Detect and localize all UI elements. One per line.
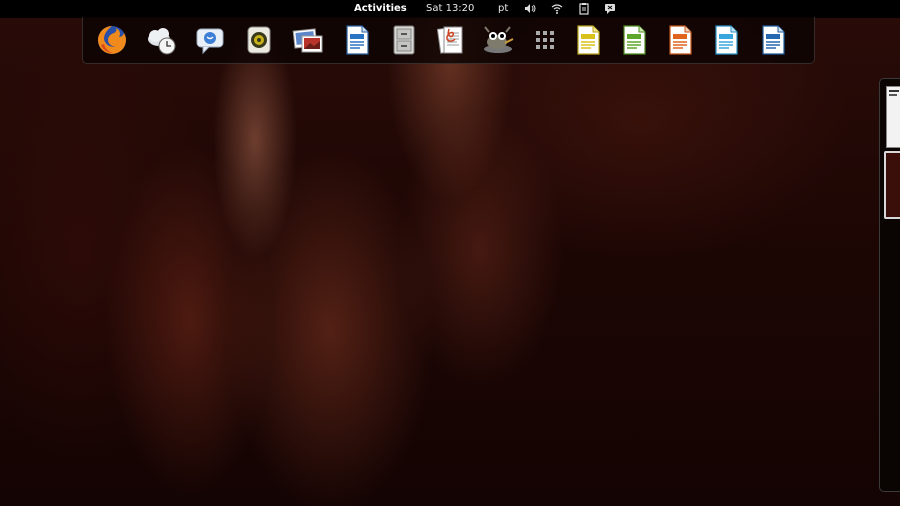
dash [82, 17, 815, 64]
show-applications-icon[interactable] [528, 23, 562, 57]
volume-icon[interactable] [524, 2, 536, 15]
libreoffice-writer-2-icon[interactable] [756, 23, 790, 57]
empathy-chat-icon[interactable] [193, 23, 227, 57]
chat-status-icon[interactable] [604, 2, 616, 15]
clock[interactable]: Sat 13:20 [426, 3, 474, 14]
weather-clock-icon[interactable] [144, 23, 178, 57]
window-preview [889, 90, 899, 92]
libreoffice-draw-icon[interactable] [709, 23, 743, 57]
keyboard-layout-indicator[interactable]: pt [498, 3, 508, 14]
activities-button[interactable]: Activities [354, 3, 407, 14]
clipboard-icon[interactable] [578, 2, 590, 15]
workspace-thumbnail-1[interactable] [886, 86, 900, 148]
desktop-wallpaper [0, 0, 900, 506]
image-viewer-icon[interactable] [291, 23, 325, 57]
workspace-switcher [879, 78, 900, 492]
libreoffice-writer-icon[interactable] [340, 23, 374, 57]
wifi-icon[interactable] [551, 2, 563, 15]
window-preview [889, 94, 897, 96]
firefox-icon[interactable] [95, 23, 129, 57]
libreoffice-calc-icon[interactable] [617, 23, 651, 57]
libreoffice-impress-icon[interactable] [663, 23, 697, 57]
rhythmbox-icon[interactable] [242, 23, 276, 57]
document-viewer-icon[interactable] [434, 23, 468, 57]
libreoffice-impress-yellow-icon[interactable] [571, 23, 605, 57]
gimp-icon[interactable] [481, 23, 515, 57]
top-bar: Activities Sat 13:20 pt [0, 0, 900, 18]
file-cabinet-icon[interactable] [387, 23, 421, 57]
workspace-thumbnail-2[interactable] [884, 151, 900, 219]
